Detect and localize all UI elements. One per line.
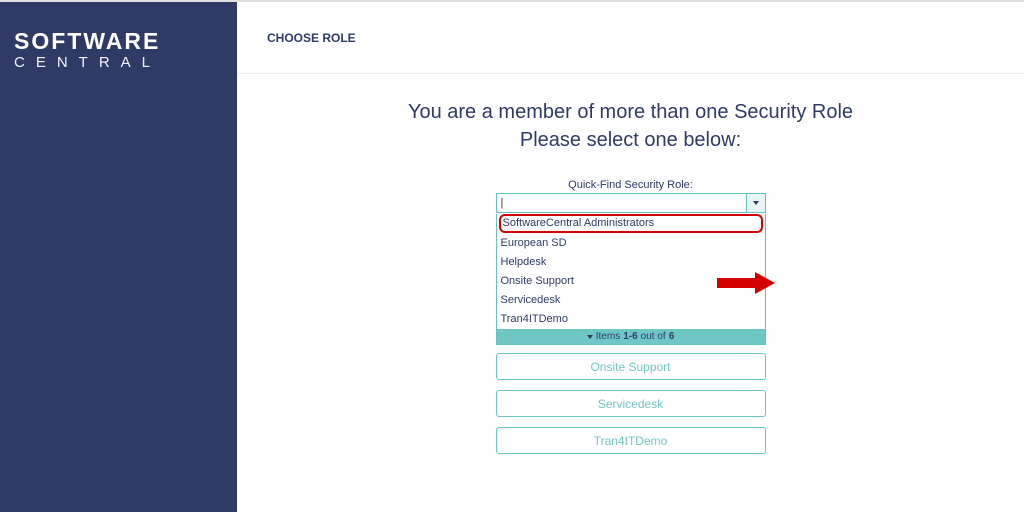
quickfind-footer-mid: out of — [641, 331, 666, 342]
chevron-down-icon — [753, 201, 759, 205]
quickfind-option[interactable]: European SD — [497, 234, 765, 253]
page-title: CHOOSE ROLE — [267, 31, 356, 45]
main-area: CHOOSE ROLE You are a member of more tha… — [237, 2, 1024, 512]
quickfind-block: Quick-Find Security Role: SoftwareCentra… — [496, 179, 766, 213]
headline-line2: Please select one below: — [237, 126, 1024, 154]
brand-logo: SOFTWARE CENTRAL — [0, 22, 237, 73]
sidebar: SOFTWARE CENTRAL — [0, 2, 237, 512]
quickfind-footer-range: 1-6 — [623, 331, 637, 342]
quickfind-label: Quick-Find Security Role: — [496, 179, 766, 191]
quickfind-input[interactable] — [496, 193, 746, 213]
chevron-down-icon — [587, 335, 593, 339]
quickfind-footer: Items 1-6 out of 6 — [497, 329, 765, 344]
quickfind-footer-total: 6 — [669, 331, 675, 342]
quickfind-option[interactable]: Tran4ITDemo — [497, 310, 765, 329]
headline-line1: You are a member of more than one Securi… — [408, 101, 853, 123]
quickfind-row — [496, 193, 766, 213]
role-button[interactable]: Tran4ITDemo — [496, 427, 766, 454]
quickfind-option-list: SoftwareCentral Administrators European … — [496, 214, 766, 345]
quickfind-option[interactable]: Servicedesk — [497, 291, 765, 310]
quickfind-dropdown-button[interactable] — [746, 193, 766, 213]
content: You are a member of more than one Securi… — [237, 74, 1024, 454]
quickfind-option[interactable]: Helpdesk — [497, 253, 765, 272]
quickfind-combo: SoftwareCentral Administrators European … — [496, 193, 766, 345]
quickfind-combo-wrap: SoftwareCentral Administrators European … — [496, 193, 766, 213]
headline: You are a member of more than one Securi… — [237, 98, 1024, 154]
quickfind-option[interactable]: Onsite Support — [497, 272, 765, 291]
role-button[interactable]: Servicedesk — [496, 390, 766, 417]
app-root: SOFTWARE CENTRAL CHOOSE ROLE You are a m… — [0, 0, 1024, 512]
role-button[interactable]: Onsite Support — [496, 353, 766, 380]
role-stack: Quick-Find Security Role: SoftwareCentra… — [496, 179, 766, 454]
quickfind-option[interactable]: SoftwareCentral Administrators — [499, 214, 763, 233]
topbar: CHOOSE ROLE — [237, 2, 1024, 74]
brand-line2: CENTRAL — [14, 53, 223, 73]
quickfind-footer-prefix: Items — [596, 331, 620, 342]
brand-line1: SOFTWARE — [14, 30, 223, 53]
